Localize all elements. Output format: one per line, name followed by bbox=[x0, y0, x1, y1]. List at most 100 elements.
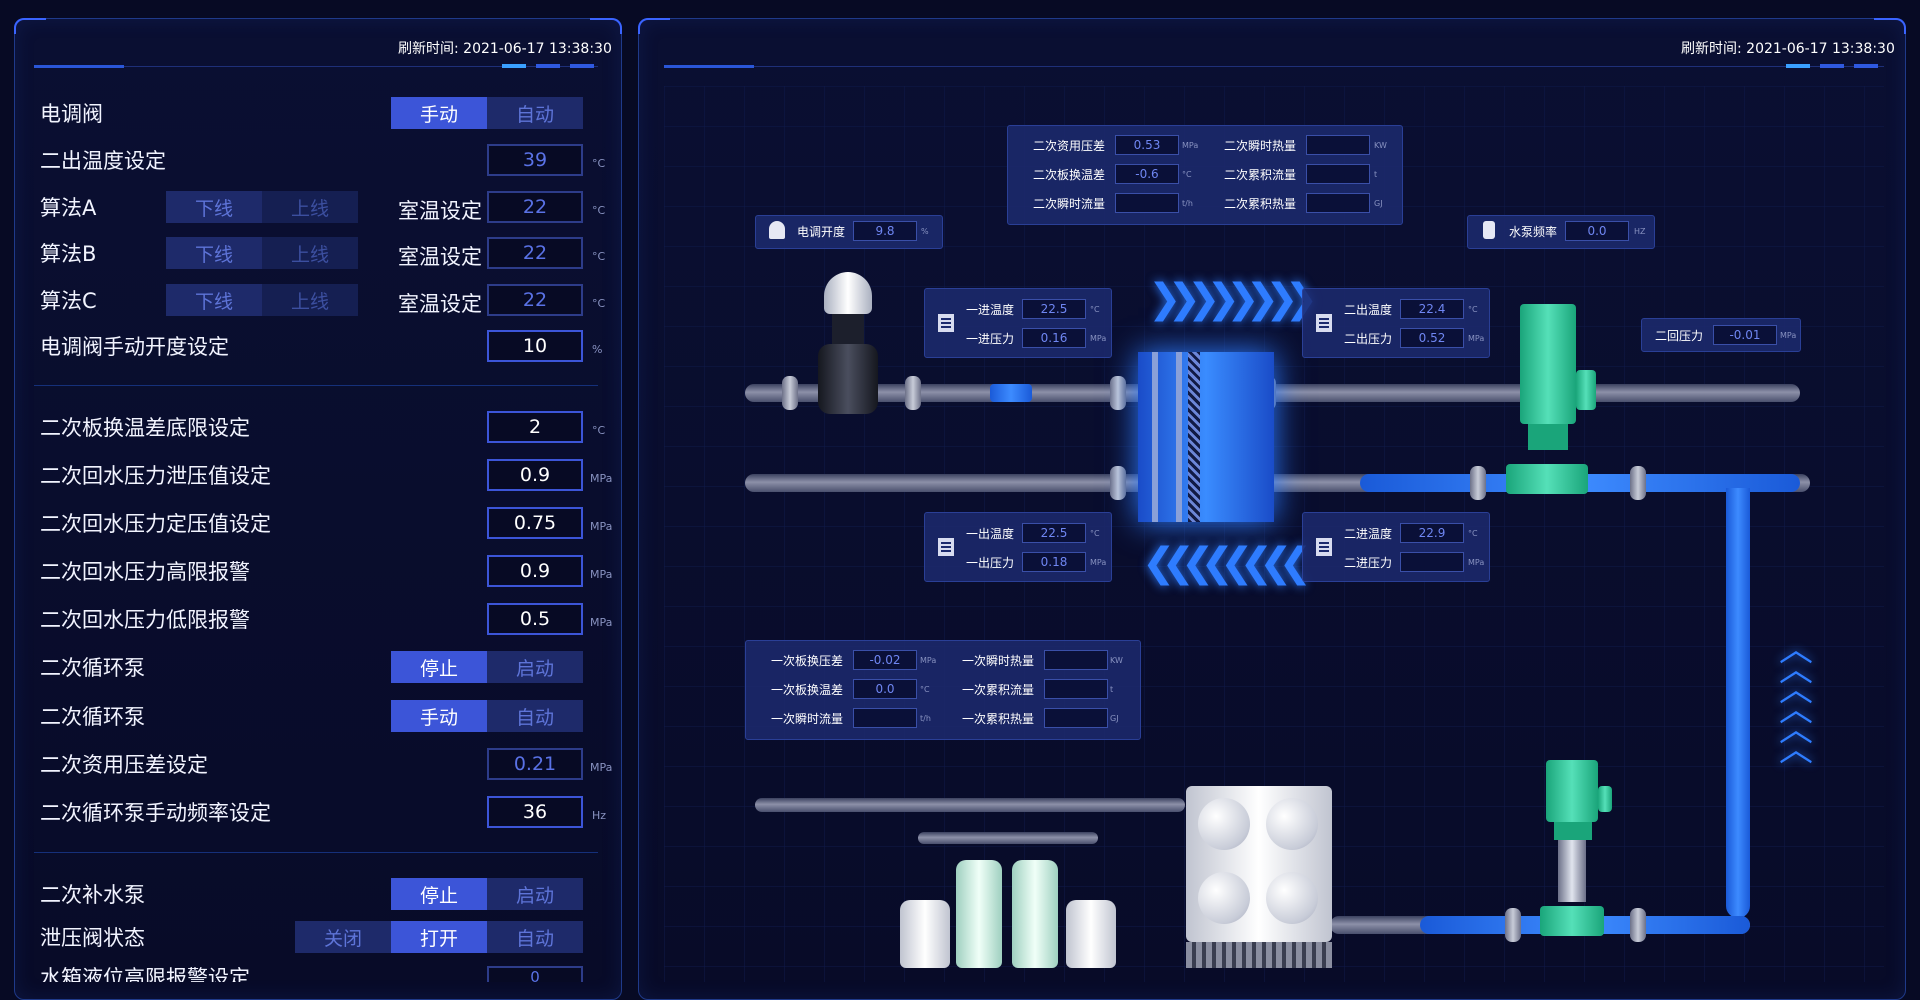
info-unit: t/h bbox=[1182, 199, 1193, 208]
outlet-temp-input[interactable]: 39 bbox=[487, 144, 583, 176]
makeup-pump[interactable] bbox=[1540, 760, 1620, 950]
relief-pressure-input[interactable]: 0.9 bbox=[487, 459, 583, 491]
circulation-pump-mode-toggle[interactable]: 手动 自动 bbox=[391, 700, 583, 732]
start-button[interactable]: 启动 bbox=[487, 651, 583, 683]
stop-button[interactable]: 停止 bbox=[391, 651, 487, 683]
stop-button[interactable]: 停止 bbox=[391, 878, 487, 910]
online-button[interactable]: 上线 bbox=[262, 284, 358, 316]
info-value bbox=[1400, 552, 1464, 572]
unit-label: % bbox=[592, 343, 603, 356]
algorithm-b-toggle[interactable]: 下线 上线 bbox=[166, 237, 358, 269]
pipe-flange bbox=[1470, 466, 1486, 500]
offline-button[interactable]: 下线 bbox=[166, 284, 262, 316]
pump-freq-label: 水泵频率 bbox=[1509, 225, 1558, 239]
row-label: 二出温度设定 bbox=[40, 149, 166, 173]
primary-supply-pipe-blue bbox=[990, 384, 1032, 402]
tank-level-alarm-input[interactable]: 0 bbox=[487, 966, 583, 982]
unit-label: MPa bbox=[590, 761, 613, 774]
auto-button[interactable]: 自动 bbox=[487, 97, 583, 129]
row-constant-pressure: 二次回水压力定压值设定 bbox=[40, 506, 271, 540]
offline-button[interactable]: 下线 bbox=[166, 237, 262, 269]
refresh-time: 刷新时间: 2021-06-17 13:38:30 bbox=[1681, 41, 1895, 57]
relief-valve-toggle[interactable]: 关闭 打开 自动 bbox=[295, 921, 583, 953]
pressure-low-alarm-input[interactable]: 0.5 bbox=[487, 603, 583, 635]
panel-corner-decoration bbox=[1874, 18, 1906, 34]
info-label: 一出温度 bbox=[966, 527, 1015, 541]
row-relief-pressure: 二次回水压力泄压值设定 bbox=[40, 458, 271, 492]
section-divider bbox=[34, 852, 598, 853]
return-pressure-label: 二回压力 bbox=[1655, 329, 1704, 343]
temp-diff-floor-input[interactable]: 2 bbox=[487, 411, 583, 443]
info-value bbox=[853, 708, 917, 728]
header-divider bbox=[664, 65, 1884, 68]
info-unit: °C bbox=[1182, 170, 1192, 179]
info-label: 一次累积流量 bbox=[962, 683, 1035, 697]
makeup-pump-toggle[interactable]: 停止 启动 bbox=[391, 878, 583, 910]
document-icon bbox=[938, 538, 954, 556]
info-label: 二次累积流量 bbox=[1224, 168, 1297, 182]
auto-button[interactable]: 自动 bbox=[487, 700, 583, 732]
unit-label: MPa bbox=[590, 520, 613, 533]
softener-tank bbox=[1066, 900, 1116, 968]
row-valve-mode: 电调阀 bbox=[40, 96, 103, 130]
unit-label: °C bbox=[592, 424, 606, 437]
unit-label: Hz bbox=[592, 809, 607, 822]
pipe-flange bbox=[905, 376, 921, 410]
algorithm-c-toggle[interactable]: 下线 上线 bbox=[166, 284, 358, 316]
info-label: 二出温度 bbox=[1344, 303, 1393, 317]
flow-arrow-up-icon: ︿ ︿ ︿ ︿ ︿ ︿ bbox=[1779, 630, 1813, 770]
pressure-high-alarm-input[interactable]: 0.9 bbox=[487, 555, 583, 587]
unit-label: °C bbox=[592, 297, 606, 310]
algorithm-b-room-temp-input[interactable]: 22 bbox=[487, 237, 583, 269]
start-button[interactable]: 启动 bbox=[487, 878, 583, 910]
valve-open-value: 9.8 bbox=[853, 221, 917, 241]
plate-heat-exchanger[interactable] bbox=[1138, 352, 1274, 522]
pump-freq-input[interactable]: 36 bbox=[487, 796, 583, 828]
manual-button[interactable]: 手动 bbox=[391, 97, 487, 129]
manual-button[interactable]: 手动 bbox=[391, 700, 487, 732]
online-button[interactable]: 上线 bbox=[262, 237, 358, 269]
info-value: -0.6 bbox=[1115, 164, 1179, 184]
pipe-flange bbox=[1110, 466, 1126, 500]
header-ticks bbox=[502, 64, 594, 68]
row-outlet-temp-set: 二出温度设定 bbox=[40, 143, 166, 177]
row-label: 二次回水压力高限报警 bbox=[40, 560, 250, 584]
algorithm-c-room-temp-input[interactable]: 22 bbox=[487, 284, 583, 316]
unit-label: °C bbox=[592, 250, 606, 263]
info-unit: GJ bbox=[1110, 714, 1119, 723]
tank-base bbox=[1186, 942, 1332, 968]
row-label: 二次补水泵 bbox=[40, 883, 145, 907]
info-unit: °C bbox=[1090, 529, 1100, 538]
row-temp-diff-floor: 二次板换温差底限设定 bbox=[40, 410, 250, 444]
pipe-flange bbox=[1630, 466, 1646, 500]
constant-pressure-input[interactable]: 0.75 bbox=[487, 507, 583, 539]
electric-valve[interactable] bbox=[818, 272, 878, 420]
auto-button[interactable]: 自动 bbox=[487, 921, 583, 953]
info-label: 一次瞬时热量 bbox=[962, 654, 1035, 668]
circulation-pump-toggle[interactable]: 停止 启动 bbox=[391, 651, 583, 683]
row-algorithm-a: 算法A bbox=[40, 190, 96, 224]
row-label: 二次资用压差设定 bbox=[40, 753, 208, 777]
softener-tank bbox=[956, 860, 1002, 968]
valve-mode-toggle[interactable]: 手动 自动 bbox=[391, 97, 583, 129]
algorithm-a-toggle[interactable]: 下线 上线 bbox=[166, 191, 358, 223]
unit-label: MPa bbox=[590, 616, 613, 629]
online-button[interactable]: 上线 bbox=[262, 191, 358, 223]
valve-icon bbox=[769, 221, 785, 239]
valve-open-input[interactable]: 10 bbox=[487, 330, 583, 362]
info-unit: GJ bbox=[1374, 199, 1383, 208]
row-algorithm-c: 算法C bbox=[40, 283, 97, 317]
water-tank[interactable] bbox=[1186, 786, 1332, 942]
vertical-riser-pipe bbox=[1726, 488, 1750, 918]
pipe-flange bbox=[782, 376, 798, 410]
circulation-pump[interactable] bbox=[1506, 304, 1630, 504]
close-button[interactable]: 关闭 bbox=[295, 921, 391, 953]
info-value bbox=[1306, 135, 1370, 155]
offline-button[interactable]: 下线 bbox=[166, 191, 262, 223]
algorithm-a-room-temp-input[interactable]: 22 bbox=[487, 191, 583, 223]
row-label: 泄压阀状态 bbox=[40, 926, 145, 950]
pressure-diff-input[interactable]: 0.21 bbox=[487, 748, 583, 780]
row-pump-freq-set: 二次循环泵手动频率设定 bbox=[40, 795, 271, 829]
info-label: 二出压力 bbox=[1344, 332, 1393, 346]
open-button[interactable]: 打开 bbox=[391, 921, 487, 953]
